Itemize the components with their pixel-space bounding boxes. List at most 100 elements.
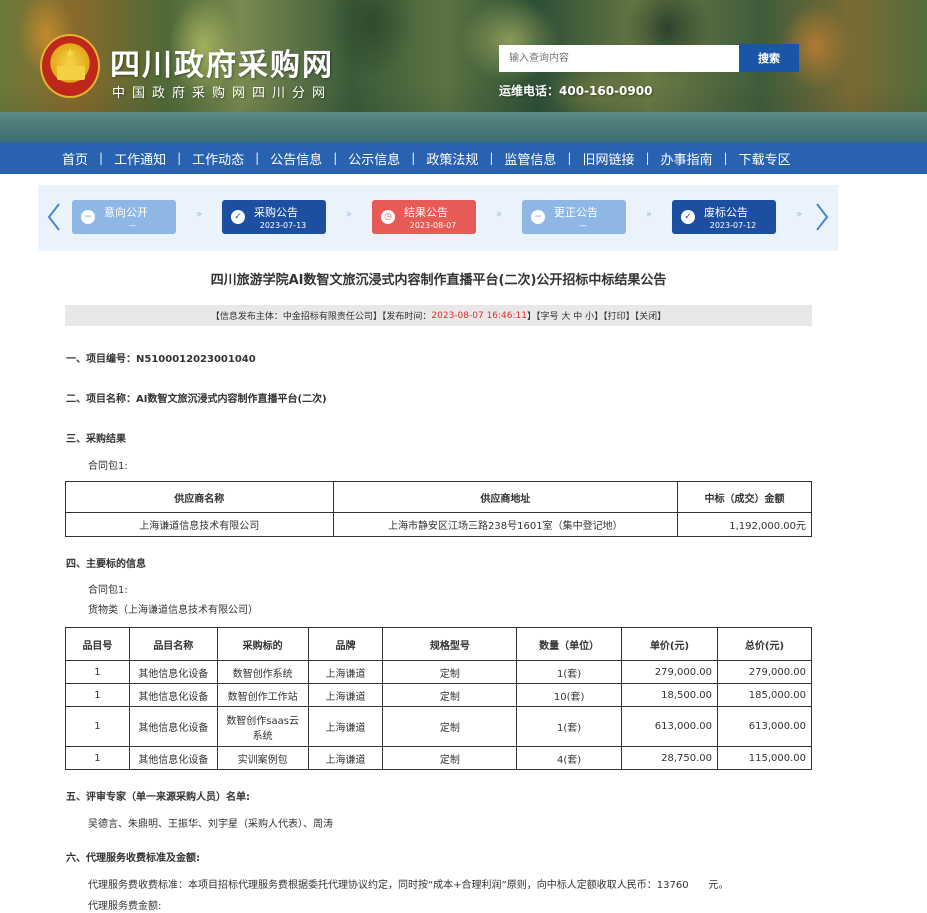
item-unit-price: 613,000.00 [621,706,718,747]
chevron-right-icon: ›› [496,209,502,220]
site-title[interactable]: 四川政府采购网 [110,40,334,84]
step-correction-notice[interactable]: − 更正公告 — [522,200,626,234]
chevron-right-icon: ›› [346,209,352,220]
section-procurement-result: 三、采购结果 [66,434,126,445]
supplier-address: 上海市静安区江场三路238号1601室（集中登记地） [332,512,679,537]
item-spec: 定制 [382,706,518,747]
next-arrow-icon[interactable] [810,199,834,235]
section-review-experts: 五、评审专家（单一来源采购人员）名单: [66,792,250,803]
nav-separator: | [723,151,728,165]
result-table: 供应商名称 供应商地址 中标（成交）金额 上海谦道信息技术有限公司 上海市静安区… [65,481,812,537]
item-total-price: 613,000.00 [716,706,813,747]
nav-separator: | [645,151,650,165]
table-row: 上海谦道信息技术有限公司 上海市静安区江场三路238号1601室（集中登记地） … [65,512,812,537]
section-project-name: 二、项目名称：AI数智文旅沉浸式内容制作直播平台(二次) [66,394,327,405]
table-row: 1 其他信息化设备 数智创作saas云系统 上海谦道 定制 1(套) 613,0… [65,706,813,747]
nav-item-downloads[interactable]: 下载专区 [739,149,791,168]
national-emblem-icon: ★ [40,34,100,98]
step-label: 结果公告 [404,206,448,219]
column-header: 中标（成交）金额 [677,481,812,513]
step-label: 采购公告 [254,206,298,219]
item-quantity: 4(套) [516,746,623,770]
item-brand: 上海谦道 [307,746,384,770]
step-date: — [579,221,587,230]
step-date: 2023-07-12 [709,221,757,230]
nav-item-publicity[interactable]: 公示信息 [348,149,400,168]
main-nav: 首页 | 工作通知 | 工作动态 | 公告信息 | 公示信息 | 政策法规 | … [0,142,927,174]
section-main-items: 四、主要标的信息 [66,559,146,570]
nav-separator: | [333,151,338,165]
meta-publish-time: 2023-08-07 16:46:11 [431,310,527,321]
item-spec: 定制 [382,660,518,684]
item-unit-price: 18,500.00 [621,683,718,707]
nav-separator: | [567,151,572,165]
nav-item-announcements[interactable]: 公告信息 [270,149,322,168]
article-meta-bar: 【信息发布主体：中金招标有限责任公司】【发布时间： 2023-08-07 16:… [65,305,812,326]
item-number: 1 [65,746,130,770]
column-header: 数量（单位） [516,627,623,661]
nav-item-home[interactable]: 首页 [62,149,88,168]
item-spec: 定制 [382,683,518,707]
chevron-right-icon: ›› [796,209,802,220]
item-brand: 上海谦道 [307,683,384,707]
nav-item-work-notice[interactable]: 工作通知 [114,149,166,168]
item-quantity: 1(套) [516,706,623,747]
agency-fee-standard: 代理服务费收费标准：本项目招标代理服务费根据委托代理协议约定，同时按“成本+合理… [88,880,729,891]
column-header: 供应商地址 [332,481,679,513]
prev-arrow-icon[interactable] [42,199,66,235]
column-header: 采购标的 [216,627,309,661]
item-unit-price: 279,000.00 [621,660,718,684]
item-total-price: 185,000.00 [716,683,813,707]
nav-item-old-site[interactable]: 旧网链接 [582,149,634,168]
agency-fee-amount: 代理服务费金额: [88,901,162,912]
item-subject: 数智创作saas云系统 [216,706,309,747]
search-button[interactable]: 搜索 [739,44,799,72]
step-label: 废标公告 [704,206,748,219]
step-label: 更正公告 [554,206,598,219]
search-input[interactable] [499,45,739,72]
meta-publisher: 【信息发布主体：中金招标有限责任公司】【发布时间： [210,312,432,322]
section-project-number: 一、项目编号：N5100012023001040 [66,354,256,365]
contract-package-label: 合同包1: [88,585,128,596]
header-banner: ★ 四川政府采购网 中国政府采购网四川分网 搜索 运维电话：400-160-09… [0,0,927,142]
item-quantity: 1(套) [516,660,623,684]
nav-item-supervision[interactable]: 监管信息 [504,149,556,168]
table-header-row: 品目号 品目名称 采购标的 品牌 规格型号 数量（单位） 单价(元) 总价(元) [65,627,813,661]
step-result-notice[interactable]: ◷ 结果公告 2023-08-07 [372,200,476,234]
step-label: 意向公开 [104,206,148,219]
chevron-right-icon: ›› [646,209,652,220]
step-procurement-notice[interactable]: ✓ 采购公告 2023-07-13 [222,200,326,234]
article-title-text: 四川旅游学院AI数智文旅沉浸式内容制作直播平台(二次)公开招标中标结果公告 [210,273,667,288]
announcement-status-strip: − 意向公开 — ›› ✓ 采购公告 2023-07-13 ›› ◷ 结果公告 … [38,185,838,251]
meta-tools[interactable]: 】【字号 大 中 小】【打印】【关闭】 [527,309,666,322]
step-date: — [129,221,137,230]
item-quantity: 10(套) [516,683,623,707]
nav-separator: | [255,151,260,165]
column-header: 品牌 [307,627,384,661]
award-amount: 1,192,000.00元 [677,512,812,537]
column-header: 总价(元) [716,627,813,661]
item-total-price: 115,000.00 [716,746,813,770]
nav-item-guide[interactable]: 办事指南 [661,149,713,168]
items-table: 品目号 品目名称 采购标的 品牌 规格型号 数量（单位） 单价(元) 总价(元)… [65,627,813,770]
step-date: 2023-08-07 [409,221,457,230]
column-header: 单价(元) [621,627,718,661]
item-subject: 实训案例包 [216,746,309,770]
chevron-right-icon: ›› [196,209,202,220]
nav-item-work-news[interactable]: 工作动态 [192,149,244,168]
step-failed-bid-notice[interactable]: ✓ 废标公告 2023-07-12 [672,200,776,234]
contract-package-label: 合同包1: [88,461,128,472]
table-header-row: 供应商名称 供应商地址 中标（成交）金额 [65,481,812,513]
site-subtitle: 中国政府采购网四川分网 [112,86,333,101]
expert-names: 吴德言、朱鼎明、王振华、刘宇星（采购人代表）、周涛 [88,819,333,830]
item-subject: 数智创作系统 [216,660,309,684]
step-intent-disclosure[interactable]: − 意向公开 — [72,200,176,234]
item-number: 1 [65,683,130,707]
item-brand: 上海谦道 [307,660,384,684]
column-header: 供应商名称 [65,481,334,513]
nav-item-policies[interactable]: 政策法规 [426,149,478,168]
banner-lake-image [0,112,927,142]
table-row: 1 其他信息化设备 实训案例包 上海谦道 定制 4(套) 28,750.00 1… [65,746,813,770]
item-subject: 数智创作工作站 [216,683,309,707]
hotline-text: 运维电话：400-160-0900 [499,84,653,98]
